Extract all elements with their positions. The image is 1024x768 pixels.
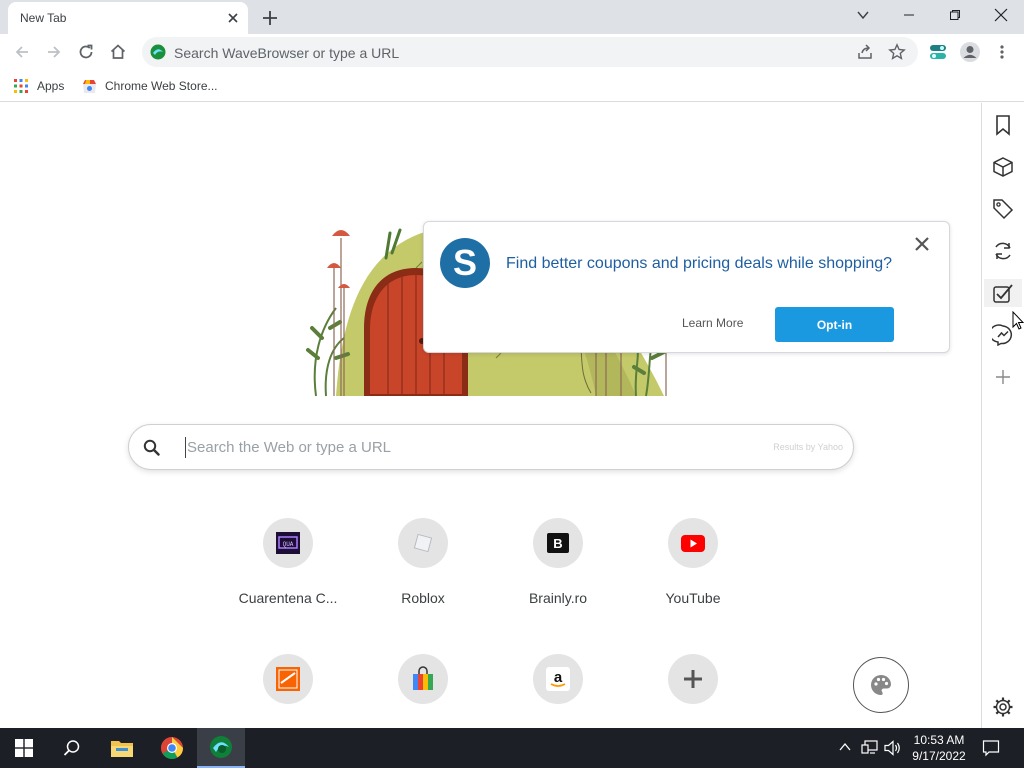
settings-icon[interactable] [989, 693, 1017, 721]
shopping-logo-icon: S [440, 238, 490, 288]
svg-text:a: a [554, 669, 563, 686]
web-search-box[interactable]: Search the Web or type a URL Results by … [128, 424, 854, 470]
file-explorer-icon[interactable] [98, 728, 146, 768]
shortcut-roblox[interactable] [398, 518, 448, 568]
search-credit: Results by Yahoo [773, 442, 843, 452]
learn-more-link[interactable]: Learn More [682, 316, 743, 330]
mouse-cursor-icon [1012, 311, 1024, 331]
back-button[interactable] [8, 38, 36, 66]
notification-icon[interactable] [982, 739, 1000, 757]
shortcut-home-depot[interactable] [263, 654, 313, 704]
add-shortcut-button[interactable] [668, 654, 718, 704]
chrome-icon[interactable] [148, 728, 196, 768]
tab-new-tab[interactable]: New Tab [8, 2, 248, 34]
opt-in-button[interactable]: Opt-in [775, 307, 894, 342]
bookmark-label: Apps [37, 79, 65, 93]
shortcut-youtube[interactable] [668, 518, 718, 568]
tab-search-icon[interactable] [840, 0, 886, 30]
shortcut-shopping[interactable] [398, 654, 448, 704]
forward-button[interactable] [40, 38, 68, 66]
bookmarks-bar: Apps Chrome Web Store... [0, 70, 1024, 102]
youtube-icon [681, 534, 705, 552]
svg-text:S: S [453, 242, 477, 283]
volume-icon[interactable] [884, 740, 902, 756]
search-input[interactable]: Search the Web or type a URL [187, 439, 391, 456]
bookmark-label: Chrome Web Store... [105, 79, 218, 93]
taskbar-clock[interactable]: 10:53 AM 9/17/2022 [906, 732, 972, 764]
share-icon[interactable] [856, 43, 874, 61]
svg-text:QUA: QUA [283, 541, 294, 548]
shortcut-label: Roblox [401, 590, 445, 606]
windows-taskbar: 10:53 AM 9/17/2022 [0, 728, 1024, 768]
popup-message: Find better coupons and pricing deals wh… [506, 255, 893, 272]
extension-icon[interactable] [924, 38, 952, 66]
toolbar: Search WaveBrowser or type a URL [0, 34, 1024, 70]
add-shortcut-icon [682, 668, 704, 690]
shortcut-label: Cuarentena C... [238, 590, 338, 606]
close-window-button[interactable] [978, 0, 1024, 30]
clock-time: 10:53 AM [913, 733, 965, 747]
minimize-button[interactable] [886, 0, 932, 30]
network-icon[interactable] [861, 740, 879, 756]
add-icon[interactable] [989, 363, 1017, 391]
address-placeholder: Search WaveBrowser or type a URL [174, 45, 400, 61]
bookmark-chrome-web-store[interactable]: Chrome Web Store... [82, 77, 218, 95]
shortcut-amazon[interactable]: a [533, 654, 583, 704]
search-icon [143, 439, 160, 456]
shortcut-cuarentena[interactable]: QUA [263, 518, 313, 568]
reload-button[interactable] [72, 38, 100, 66]
restore-button[interactable] [932, 0, 978, 30]
checklist-icon[interactable] [984, 279, 1022, 307]
profile-icon[interactable] [956, 38, 984, 66]
box-icon[interactable] [989, 153, 1017, 181]
shortcut-brainly[interactable]: B [533, 518, 583, 568]
shortcut-label: YouTube [665, 590, 721, 606]
bookmark-apps[interactable]: Apps [14, 77, 64, 95]
clock-date: 9/17/2022 [912, 749, 966, 763]
twitch-style-icon: QUA [276, 532, 300, 554]
close-icon[interactable] [914, 236, 930, 252]
taskbar-search-icon[interactable] [48, 728, 96, 768]
svg-text:B: B [553, 536, 562, 551]
home-button[interactable] [104, 38, 132, 66]
sync-icon[interactable] [989, 237, 1017, 265]
tab-close-icon[interactable] [223, 8, 243, 28]
brainly-icon: B [547, 533, 569, 553]
shopping-bag-icon [411, 666, 435, 692]
right-sidebar [981, 103, 1024, 728]
tab-strip: New Tab [0, 0, 1024, 34]
star-icon[interactable] [888, 43, 906, 61]
home-depot-icon [276, 667, 300, 691]
chrome-web-store-icon [82, 79, 97, 94]
tab-title: New Tab [20, 11, 67, 25]
shortcut-label: Brainly.ro [528, 590, 588, 606]
apps-grid-icon [14, 79, 28, 93]
wavebrowser-taskbar-icon[interactable] [197, 728, 245, 768]
palette-icon [869, 673, 893, 697]
amazon-icon: a [546, 667, 570, 691]
bookmark-icon[interactable] [989, 111, 1017, 139]
roblox-icon [412, 532, 434, 554]
tag-icon[interactable] [989, 195, 1017, 223]
text-caret [185, 437, 186, 458]
windows-start-icon[interactable] [0, 728, 48, 768]
new-tab-button[interactable] [258, 6, 282, 30]
coupon-popup: S Find better coupons and pricing deals … [423, 221, 950, 353]
wavebrowser-icon [150, 44, 166, 60]
new-tab-page: S Find better coupons and pricing deals … [0, 103, 981, 728]
address-bar[interactable]: Search WaveBrowser or type a URL [142, 37, 918, 67]
menu-icon[interactable] [988, 38, 1016, 66]
customize-button[interactable] [853, 657, 909, 713]
chevron-up-icon[interactable] [838, 740, 852, 754]
